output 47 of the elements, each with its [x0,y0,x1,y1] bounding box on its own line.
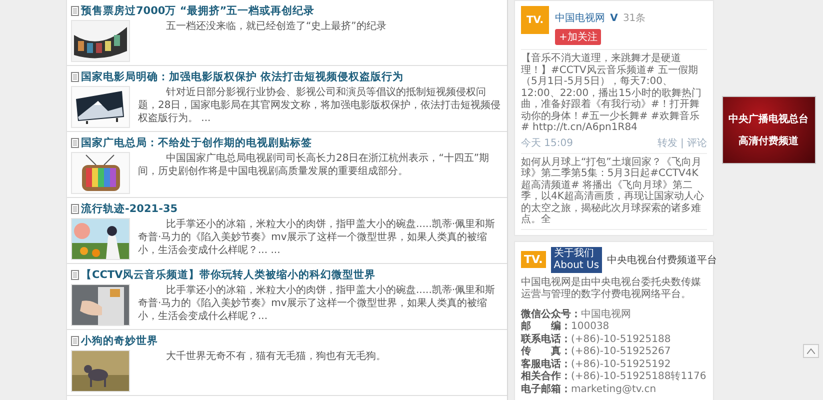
contact-value: (+86)-10-51925267 [571,346,671,358]
account-avatar: TV. [521,6,549,34]
article-title-link[interactable]: 国家广电总局：不给处于创作期的电视剧贴标签 [81,136,312,150]
contact-label: 电子邮箱： [521,384,571,396]
post-text: 如何从月球上“打包”土壤回家？《飞向月球》第二季第5集：5月3日起#CCTV4K超高清频道# 将播出《飞向月球》第二季，以4K超高清画质，再现让国家动人心的太空之旅，揭秘此次月球探索的诸多难点。全 [521,156,705,226]
article-summary: 大千世界无奇不有，猫有无毛猫，狗也有无毛狗。 [165,350,386,364]
follow-button[interactable]: +加关注 [555,29,602,45]
document-icon [71,6,79,16]
contact-label: 邮 编： [521,321,571,334]
article-summary: 针对近日部分影视行业协会、影视公司和演员等倡议的抵制短视频侵权问题，28日，国家电影局在其官网发文称，将加强电影版权保护，依法打击短视频侵权盗版行为。 ... [138,86,501,126]
about-description: 中国电视网是由中央电视台委托央数传媒运营与管理的数字付费电视网络平台。 [521,276,702,300]
verified-mark: V [610,13,618,24]
contact-label: 微信公众号： [521,308,581,320]
post-text: 【音乐不消大道理，来跳舞才是硬道理！】#CCTV风云音乐频道# 五一假期（5月1日-5月5日），每天7:00、12:00、22:00，播出15小时的歌舞热门曲，准备好跟着《有我行动》#！打开舞动你的身体！#五一少长舞# #欢舞音乐# http://t.cn/A6pn1R84 [521,53,702,134]
post-time: 今天 15:09 [521,136,573,150]
contact-value: (+86)-10-51925188 [571,334,671,346]
contact-label: 相关合作： [521,371,571,384]
article-summary: 五一档还没来临，就已经创造了“史上最挤”的纪录 [165,20,386,34]
article-title-link[interactable]: 国家电影局明确：加强电影版权保护 依法打击短视频侵权盗版行为 [81,70,404,84]
caret-up-icon [807,348,815,354]
contact-label: 客服电话： [521,358,571,370]
document-icon [71,270,79,280]
contact-label: 联系电话： [521,334,571,346]
document-icon [71,72,79,82]
post-count: 31条 [622,13,646,24]
about-label: 关于我们 About Us [550,246,602,272]
article-summary: 比手掌还小的冰箱，米粒大小的肉饼，指甲盖大小的碗盘.....凯蒂·佩里和斯奇普·马力的《陷入美妙节奏》mv展示了这样一个微型世界，如果人类真的被缩小，生活会变成什么样呢？... ... [138,218,496,258]
article-title-link[interactable]: 流行轨迹-2021-35 [81,202,178,216]
tagline: 中央电视台付费频道平台 [607,254,718,266]
article-title-link[interactable]: 小狗的奇妙世界 [81,334,158,348]
article-title-link[interactable]: 【CCTV风云音乐频道】带你玩转人类被缩小的科幻微型世界 [81,268,376,282]
document-icon [71,204,79,214]
article-title-link[interactable]: 预售票房过7000万 “最拥挤”五一档或再创纪录 [81,4,315,18]
article-summary: 中国国家广电总局电视剧司司长高长力28日在浙江杭州表示，“十四五”期间，历史剧创作将是中国电视剧高质量发展的重要组成部分。 [138,152,490,179]
logo-mark: TV. [521,251,546,268]
contact-value: marketing@tv.cn [571,384,656,396]
document-icon [71,138,79,148]
contact-label: 传 真： [521,346,571,358]
ad-banner[interactable]: 中央广播电视总台 高清付费频道 [722,96,816,164]
contact-value: (+86)-10-51925192 [571,358,671,371]
contact-value: (+86)-10-51925188转1176 [571,371,706,384]
document-icon [71,336,79,346]
contact-value: 100038 [571,321,610,334]
account-name[interactable]: 中国电视网 [555,13,605,24]
article-summary: 比手掌还小的冰箱，米粒大小的肉饼，指甲盖大小的碗盘.....凯蒂·佩里和斯奇普·马力的《陷入美妙节奏》mv展示了这样一个微型世界，如果人类真的被缩小，生活会变成什么样呢？... [138,284,496,324]
back-to-top-button[interactable] [803,344,819,358]
contact-value: 中国电视网 [581,308,631,321]
